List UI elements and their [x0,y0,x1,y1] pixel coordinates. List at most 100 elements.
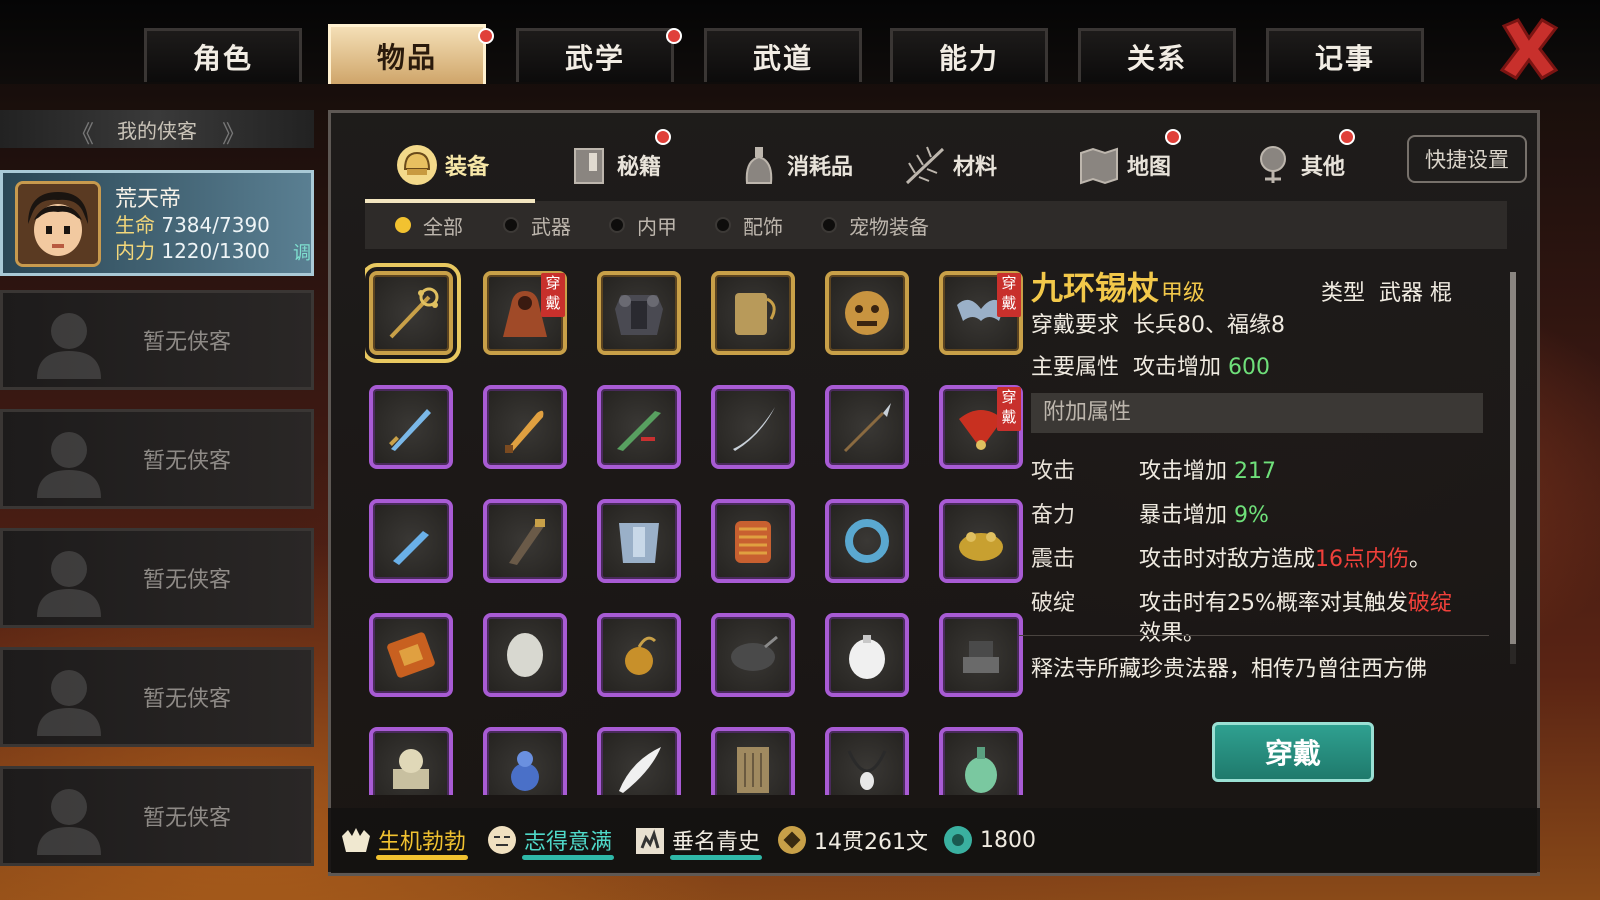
tab-4[interactable]: 能力 [890,28,1048,82]
silhouette-icon [37,551,101,617]
inventory-slot[interactable] [369,727,453,795]
filter-4[interactable]: 宠物装备 [821,201,929,249]
inventory-slot[interactable] [483,727,567,795]
empty-hero-slot[interactable]: 暂无侠客 [0,409,314,509]
close-icon[interactable] [1496,16,1562,82]
tab-1[interactable]: 物品 [328,24,486,84]
tab-3[interactable]: 武道 [704,28,862,82]
inventory-slot[interactable] [939,499,1023,583]
inventory-slot[interactable] [711,385,795,469]
filter-label: 配饰 [743,214,783,239]
subtab-helmet[interactable]: 装备 [395,143,489,187]
chevron-left-icon[interactable]: 《 [70,114,94,149]
inventory-slot[interactable] [825,613,909,697]
avatar [15,181,101,267]
status-bar: 生机勃勃 志得意满 垂名青史 14贯261文 1800 [328,808,1540,872]
inventory-slot[interactable] [939,613,1023,697]
inventory-slot[interactable] [711,613,795,697]
worn-badge: 穿戴 [997,273,1021,317]
hero-card[interactable]: 荒天帝 生命 7384/7390 内力 1220/1300 调 [0,170,314,276]
extra-attr-header: 附加属性 [1031,393,1483,433]
subtab-misc[interactable]: 其他 [1251,143,1345,187]
filter-2[interactable]: 内甲 [609,201,677,249]
subtab-map[interactable]: 地图 [1077,143,1171,187]
anvil-icon [963,641,999,673]
inventory-slot[interactable] [597,727,681,795]
staff-icon [389,287,439,339]
inventory-slot[interactable] [711,499,795,583]
inventory-slot[interactable] [369,613,453,697]
gourd-icon [511,751,539,791]
inventory-slot[interactable] [711,271,795,355]
inventory-slot[interactable]: 穿戴 [939,271,1023,355]
inventory-slot[interactable] [483,499,567,583]
inventory-slot[interactable] [483,385,567,469]
inventory-slot[interactable] [597,385,681,469]
subtab-book[interactable]: 秘籍 [567,143,661,187]
attr-key: 奋力 [1031,503,1076,528]
status-vitality: 生机勃勃 [338,820,468,860]
subtab-label: 装备 [445,155,490,180]
inventory-slot[interactable]: 穿戴 [483,271,567,355]
item-grade: 甲级 [1161,281,1206,306]
attr-value: 攻击时有25%概率对其触发破绽 [1139,591,1452,616]
inventory-slot[interactable] [825,727,909,795]
subtab-label: 其他 [1301,155,1346,180]
inventory-slot[interactable] [597,613,681,697]
quick-settings-button[interactable]: 快捷设置 [1407,135,1527,183]
inventory-slot[interactable] [939,727,1023,795]
inventory-slot[interactable] [369,385,453,469]
inventory-slot[interactable] [365,263,461,363]
tab-6[interactable]: 记事 [1266,28,1424,82]
tab-5[interactable]: 关系 [1078,28,1236,82]
gold-toad-icon [959,532,1003,561]
inventory-slot[interactable] [825,499,909,583]
chest-plate-icon [619,523,659,563]
scripture-icon [737,747,769,793]
scabbard-icon [509,519,545,565]
wear-button[interactable]: 穿戴 [1212,722,1374,782]
status-label: 志得意满 [524,830,613,855]
empty-hero-slot[interactable]: 暂无侠客 [0,766,314,866]
status-label: 垂名青史 [672,830,761,855]
sword-icon [389,409,431,451]
alert-dot [1339,129,1355,145]
tab-0[interactable]: 角色 [144,28,302,82]
inventory-slot[interactable] [711,727,795,795]
filter-label: 宠物装备 [849,214,929,239]
inventory-slot[interactable] [825,271,909,355]
inventory-slot[interactable] [825,385,909,469]
inventory-slot[interactable] [369,499,453,583]
status-label: 生机勃勃 [378,830,467,855]
silhouette-icon [37,313,101,379]
tune-button[interactable]: 调 [293,239,311,265]
armor-icon [615,295,663,335]
jade-ring-icon [845,519,889,563]
status-bar-fill [522,855,614,860]
empty-hero-slot[interactable]: 暂无侠客 [0,290,314,390]
detail-scrollbar[interactable] [1510,272,1516,664]
inventory-slot[interactable] [597,499,681,583]
inventory-slot[interactable] [483,613,567,697]
filter-0[interactable]: 全部 [395,201,463,249]
empty-hero-slot[interactable]: 暂无侠客 [0,528,314,628]
subtab-potion[interactable]: 消耗品 [737,143,853,187]
potion-icon [737,143,781,187]
inventory-slot[interactable] [597,271,681,355]
scroll-pouch-icon [735,293,776,335]
wok-icon [731,635,778,671]
dagger-icon [505,410,544,453]
filter-label: 武器 [531,214,571,239]
empty-hero-slot[interactable]: 暂无侠客 [0,647,314,747]
filter-3[interactable]: 配饰 [715,201,783,249]
subtab-herb[interactable]: 材料 [903,143,997,187]
filter-1[interactable]: 武器 [503,201,571,249]
chevron-right-icon[interactable]: 》 [222,114,246,149]
alert-dot [666,28,682,44]
divider [1019,635,1489,636]
tab-label: 记事 [1314,41,1375,75]
tab-2[interactable]: 武学 [516,28,674,82]
inventory-slot[interactable]: 穿戴 [939,385,1023,469]
empty-slot-label: 暂无侠客 [142,330,231,355]
alert-dot [478,28,494,44]
